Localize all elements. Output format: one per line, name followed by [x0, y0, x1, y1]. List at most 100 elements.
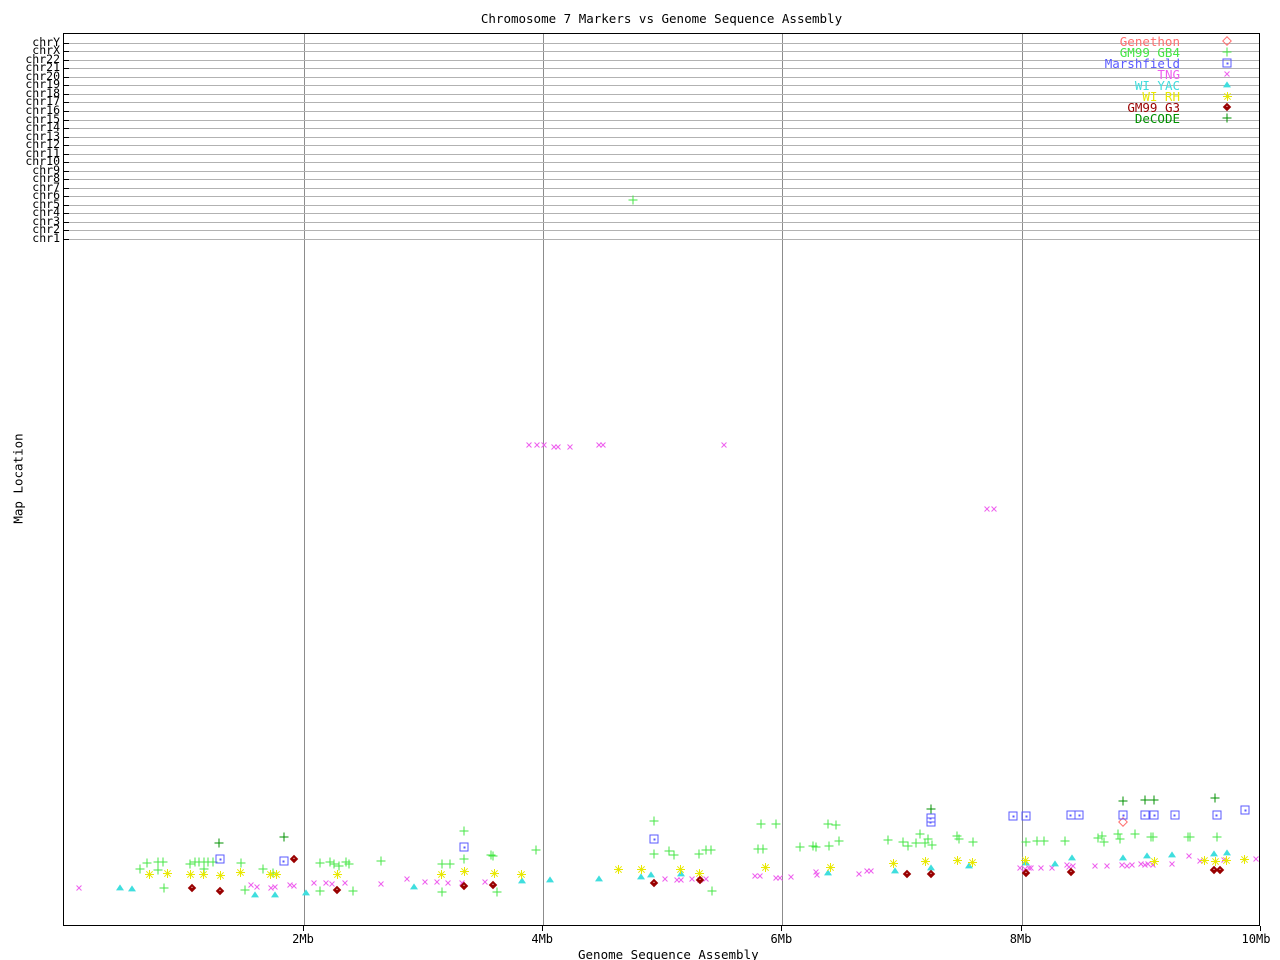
marker-gm99-gb4 [811, 842, 821, 852]
marker-gm99-gb4 [1039, 836, 1049, 846]
marker-decode [1118, 796, 1128, 806]
marker-tng [786, 872, 796, 882]
marker-wi-rh [614, 864, 624, 874]
y-tick [64, 136, 69, 138]
marker-tng [989, 504, 999, 514]
marker-marshfield [215, 854, 225, 864]
marker-gm99-gb4 [531, 845, 541, 855]
marker-wi-yac [410, 883, 419, 890]
x-gridline [782, 34, 784, 925]
plus-icon [1222, 113, 1232, 123]
marker-tng [74, 883, 84, 893]
marker-gm99-gb4 [315, 858, 325, 868]
marker-tng [1184, 851, 1194, 861]
y-tick [64, 170, 69, 172]
marker-marshfield [1140, 810, 1150, 820]
marker-wi-rh [825, 862, 835, 872]
marker-wi-yac [1119, 854, 1128, 861]
marker-wi-yac [302, 889, 311, 896]
marker-wi-rh [1221, 855, 1231, 865]
marker-tng [376, 879, 386, 889]
marker-wi-rh [921, 856, 931, 866]
marker-wi-rh [145, 869, 155, 879]
x-tick-label: 8Mb [1009, 932, 1032, 946]
marker-gm99-gb4 [649, 849, 659, 859]
marker-tng [480, 877, 490, 887]
marker-marshfield [1240, 805, 1250, 815]
marker-tng [660, 874, 670, 884]
marker-decode [279, 832, 289, 842]
marker-tng [420, 877, 430, 887]
x-tick-label: 10Mb [1241, 932, 1271, 946]
marker-wi-yac [1168, 851, 1177, 858]
x-tick-label: 4Mb [531, 932, 554, 946]
marker-gm99-gb4 [1099, 837, 1109, 847]
marker-wi-rh [636, 864, 646, 874]
marker-gm99-g3 [187, 883, 196, 893]
x-axis-label: Genome Sequence Assembly [578, 947, 759, 960]
y-tick [64, 59, 69, 61]
marker-marshfield [649, 834, 659, 844]
y-tick [64, 221, 69, 223]
marker-tng [565, 442, 575, 452]
y-tick [64, 145, 69, 147]
marker-gm99-g3 [460, 881, 469, 891]
marker-gm99-gb4 [824, 841, 834, 851]
x-tick [303, 926, 304, 931]
marker-decode [1149, 795, 1159, 805]
marker-wi-rh [185, 869, 195, 879]
marker-tng [443, 878, 453, 888]
marker-wi-rh [271, 869, 281, 879]
marker-marshfield [1212, 810, 1222, 820]
marker-wi-rh [199, 869, 209, 879]
marker-gm99-g3 [333, 885, 342, 895]
marker-wi-rh [1020, 855, 1030, 865]
y-tick [64, 102, 69, 104]
marker-gm99-gb4 [459, 854, 469, 864]
marker-gm99-gb4 [1060, 836, 1070, 846]
marker-tng [539, 440, 549, 450]
y-tick [64, 76, 69, 78]
marker-gm99-gb4 [883, 835, 893, 845]
marker-gm99-gb4 [954, 834, 964, 844]
marker-tng [1102, 861, 1112, 871]
marker-gm99-gb4 [488, 851, 498, 861]
diamond-open-icon [1222, 36, 1232, 46]
marker-wi-rh [676, 864, 686, 874]
marker-wi-rh [489, 868, 499, 878]
x-tick [542, 926, 544, 931]
y-tick [64, 153, 69, 155]
y-tick [64, 68, 69, 70]
marker-gm99-gb4 [968, 837, 978, 847]
marker-gm99-gb4 [831, 820, 841, 830]
asterisk-icon [1222, 91, 1232, 101]
marker-gm99-gb4 [1148, 832, 1158, 842]
chr-line [64, 230, 1259, 232]
chr-line [64, 136, 1259, 138]
marker-gm99-gb4 [628, 195, 638, 205]
y-tick [64, 179, 69, 181]
x-gridline [304, 34, 305, 925]
chr-line [64, 153, 1259, 155]
marker-gm99-g3 [1215, 865, 1225, 875]
marker-gm99-gb4 [315, 886, 325, 896]
marker-wi-rh [459, 866, 469, 876]
marker-decode [926, 804, 936, 814]
y-tick [64, 110, 69, 112]
chr-line [64, 187, 1259, 189]
marker-wi-rh [437, 869, 447, 879]
y-axis-label: Map Location [10, 433, 26, 524]
chr-line [64, 162, 1259, 164]
marker-gm99-gb4 [649, 816, 659, 826]
marker-gm99-gb4 [437, 887, 447, 897]
marker-wi-rh [761, 862, 771, 872]
chr-line [64, 221, 1259, 223]
marker-decode [1210, 793, 1220, 803]
chr-line [64, 179, 1259, 181]
marker-gm99-gb4 [376, 856, 386, 866]
marker-gm99-gb4 [445, 859, 455, 869]
marker-wi-rh [952, 855, 962, 865]
marker-tng [1251, 854, 1261, 864]
marker-wi-yac [646, 871, 655, 878]
marker-wi-rh [236, 867, 246, 877]
